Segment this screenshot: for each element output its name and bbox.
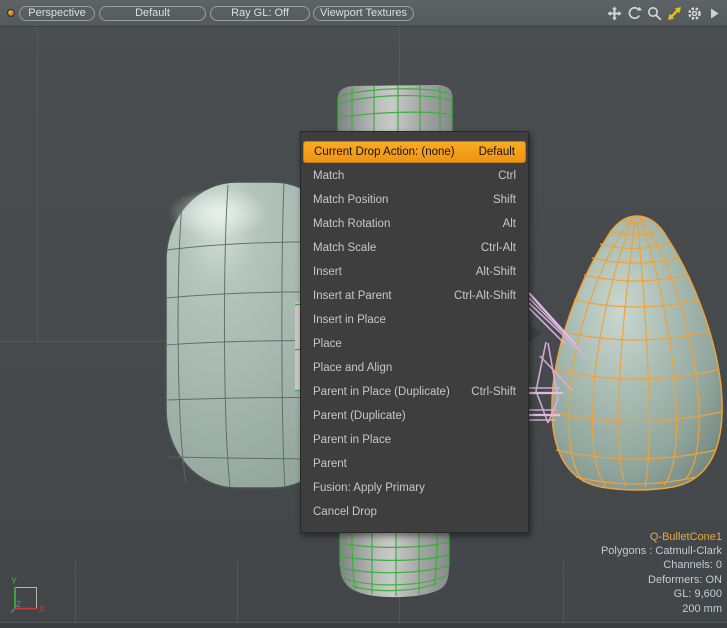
- menu-item-label: Insert: [313, 266, 342, 278]
- maximize-icon[interactable]: [666, 5, 683, 21]
- menu-item-label: Parent in Place: [313, 434, 391, 446]
- menu-item-label: Current Drop Action: (none): [314, 146, 455, 158]
- menu-item[interactable]: Place and Align: [301, 356, 528, 380]
- menu-item-label: Insert in Place: [313, 314, 386, 326]
- toolbar-buttons: Perspective Default Ray GL: OffViewport Te…: [19, 6, 414, 21]
- menu-item[interactable]: Parent in Place (Duplicate) Ctrl-Shift: [301, 380, 528, 404]
- menu-item-label: Parent in Place (Duplicate): [313, 386, 450, 398]
- viewport-bottom-strip: [0, 623, 727, 628]
- viewport-toolbar: Perspective Default Ray GL: OffViewport Te…: [0, 0, 727, 27]
- pan-move-icon[interactable]: [606, 5, 623, 21]
- menu-item[interactable]: Match Rotation Alt: [301, 212, 528, 236]
- menu-item[interactable]: Parent (Duplicate): [301, 404, 528, 428]
- toolbar-button-perspective[interactable]: Perspective: [19, 6, 95, 21]
- menu-item[interactable]: Insert in Place: [301, 308, 528, 332]
- menu-item[interactable]: Parent in Place: [301, 428, 528, 452]
- menu-item-label: Match Position: [313, 194, 388, 206]
- menu-item-label: Place and Align: [313, 362, 392, 374]
- toolbar-button-ray-gl-off[interactable]: Ray GL: Off: [210, 6, 310, 21]
- gear-icon[interactable]: [686, 5, 703, 21]
- menu-item[interactable]: Fusion: Apply Primary: [301, 476, 528, 500]
- menu-item-label: Place: [313, 338, 342, 350]
- viewport-status-dot[interactable]: [7, 9, 15, 17]
- zoom-icon[interactable]: [646, 5, 663, 21]
- menu-item-shortcut: Alt-Shift: [476, 266, 516, 278]
- menu-item[interactable]: Current Drop Action: (none) Default: [303, 141, 526, 163]
- menu-item-label: Fusion: Apply Primary: [313, 482, 425, 494]
- menu-item-shortcut: Alt: [503, 218, 516, 230]
- menu-item[interactable]: Parent: [301, 452, 528, 476]
- modo-viewport-window: Y X Z Perspective Default Ray GL: OffViewp…: [0, 0, 727, 628]
- axis-x-label: X: [39, 604, 45, 614]
- menu-item-label: Match: [313, 170, 344, 182]
- menu-item-label: Match Scale: [313, 242, 376, 254]
- menu-item[interactable]: Match Position Shift: [301, 188, 528, 212]
- menu-item[interactable]: Match Scale Ctrl-Alt: [301, 236, 528, 260]
- rotate-icon[interactable]: [626, 5, 643, 21]
- menu-item-label: Insert at Parent: [313, 290, 392, 302]
- menu-item-label: Cancel Drop: [313, 506, 377, 518]
- menu-item-label: Parent (Duplicate): [313, 410, 406, 422]
- menu-item[interactable]: Insert at Parent Ctrl-Alt-Shift: [301, 284, 528, 308]
- menu-item-shortcut: Default: [479, 146, 515, 158]
- menu-item[interactable]: Insert Alt-Shift: [301, 260, 528, 284]
- axis-z-label: Z: [16, 600, 21, 609]
- toolbar-button-default[interactable]: Default: [99, 6, 206, 21]
- selected-item-name: Q-BulletCone1: [601, 530, 722, 544]
- menu-item-shortcut: Ctrl-Alt-Shift: [454, 290, 516, 302]
- toolbar-icons: [603, 5, 723, 21]
- menu-item-shortcut: Shift: [493, 194, 516, 206]
- expand-arrow-icon[interactable]: [706, 5, 723, 21]
- menu-item[interactable]: Match Ctrl: [301, 164, 528, 188]
- status-line: Channels: 0: [601, 558, 722, 572]
- status-info-lines: Polygons : Catmull-ClarkChannels: 0Defor…: [601, 544, 722, 616]
- menu-item-shortcut: Ctrl-Shift: [471, 386, 516, 398]
- menu-item-label: Parent: [313, 458, 347, 470]
- status-line: Polygons : Catmull-Clark: [601, 544, 722, 558]
- menu-item[interactable]: Place: [301, 332, 528, 356]
- status-readout: Q-BulletCone1 Polygons : Catmull-ClarkCh…: [601, 530, 722, 616]
- menu-item-label: Match Rotation: [313, 218, 390, 230]
- menu-item-shortcut: Ctrl-Alt: [481, 242, 516, 254]
- axis-y-label: Y: [11, 576, 17, 586]
- context-menu: Current Drop Action: (none) Default Match C…: [300, 131, 529, 533]
- menu-item[interactable]: Cancel Drop: [301, 500, 528, 524]
- status-line: Deformers: ON: [601, 573, 722, 587]
- menu-item-shortcut: Ctrl: [498, 170, 516, 182]
- toolbar-button-viewport-textures[interactable]: Viewport Textures: [313, 6, 414, 21]
- status-line: GL: 9,600: [601, 587, 722, 601]
- status-line: 200 mm: [601, 602, 722, 616]
